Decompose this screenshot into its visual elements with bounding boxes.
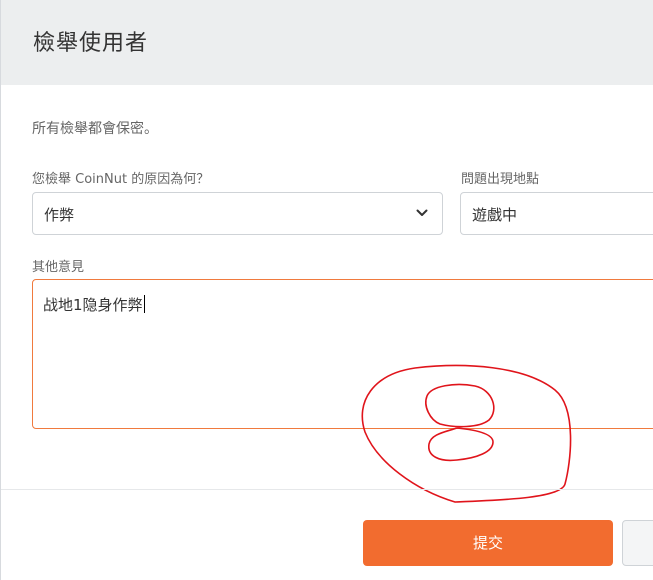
reason-label: 您檢舉 CoinNut 的原因為何？ bbox=[32, 172, 210, 187]
location-select-value: 遊戲中 bbox=[472, 206, 518, 224]
chevron-down-icon bbox=[416, 209, 428, 216]
text-caret bbox=[143, 295, 145, 313]
report-user-dialog: 檢舉使用者 所有檢舉都會保密。 您檢舉 CoinNut 的原因為何？ 作弊 問題… bbox=[0, 0, 653, 580]
footer-divider bbox=[1, 489, 653, 490]
reason-select[interactable]: 作弊 bbox=[32, 192, 443, 235]
location-label: 問題出現地點 bbox=[461, 172, 540, 187]
secondary-button[interactable] bbox=[622, 520, 653, 566]
dialog-border bbox=[0, 0, 1, 580]
confidentiality-notice: 所有檢舉都會保密。 bbox=[32, 121, 158, 137]
comments-textarea[interactable]: 战地1隐身作弊 bbox=[32, 279, 653, 429]
submit-button[interactable]: 提交 bbox=[363, 520, 613, 566]
dialog-header: 檢舉使用者 bbox=[1, 0, 653, 85]
location-select[interactable]: 遊戲中 bbox=[460, 192, 653, 235]
comments-label: 其他意見 bbox=[32, 260, 85, 275]
reason-select-value: 作弊 bbox=[44, 206, 75, 224]
dialog-title: 檢舉使用者 bbox=[33, 31, 149, 56]
comments-text: 战地1隐身作弊 bbox=[43, 295, 145, 314]
